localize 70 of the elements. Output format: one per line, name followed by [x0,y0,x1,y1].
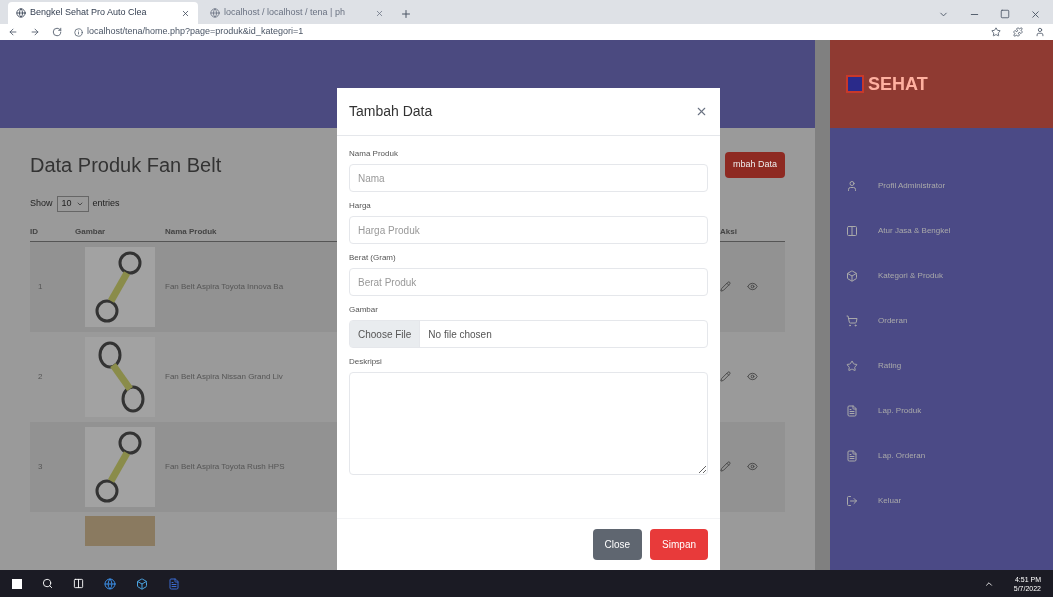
column-header[interactable]: Gambar [75,226,165,238]
start-icon[interactable] [12,578,22,589]
file-status: No file chosen [427,327,492,342]
save-button[interactable]: Simpan [650,529,708,560]
field-label: Deskripsi [349,356,383,368]
logo-icon [846,75,864,93]
sidebar-item[interactable]: Keluar [846,490,1053,512]
reload-icon[interactable] [52,27,62,37]
back-icon[interactable] [8,27,18,37]
menu-icon [846,270,858,282]
close-icon[interactable] [695,105,708,118]
menu-icon [846,225,858,237]
field-label: Berat (Gram) [349,252,397,264]
site-icon [210,8,220,18]
sidebar-item[interactable]: Kategori & Produk [846,265,1053,287]
entries-select[interactable]: 10 [56,196,89,212]
input-field[interactable]: Nama [349,164,708,192]
menu-icon [846,360,858,372]
sidebar-item[interactable]: Profil Administrator [846,175,1053,197]
menu-icon [846,450,858,462]
logo-text: SEHAT [868,72,928,96]
modal-title: Tambah Data [349,102,433,121]
view-icon[interactable] [747,281,758,292]
table-cell-text: Fan Belt Aspira Nissan Grand Liv [165,370,284,383]
page-title: Data Produk Fan Belt [30,153,222,178]
new-tab-icon[interactable] [400,8,412,20]
choose-file-button[interactable]: Choose File [350,321,421,347]
edit-icon[interactable] [720,371,731,382]
site-icon [16,8,26,18]
sidebar-item[interactable]: Lap. Orderan [846,445,1053,467]
maximize-icon[interactable] [1000,9,1010,19]
close-icon[interactable] [375,8,384,18]
column-header[interactable]: Aksi [720,226,800,238]
close-icon[interactable] [181,8,190,18]
browser-icon[interactable] [104,577,116,590]
field-label: Harga [349,200,372,212]
close-button[interactable]: Close [592,529,643,560]
menu-icon [846,405,858,417]
view-icon[interactable] [747,371,758,382]
sidebar-item[interactable]: Lap. Produk [846,400,1053,422]
close-window-icon[interactable] [1030,9,1041,20]
bookmark-icon[interactable] [991,27,1001,37]
column-header[interactable]: Nama Produk [165,226,337,238]
input-field[interactable]: Harga Produk [349,216,708,244]
view-icon[interactable] [747,461,758,472]
menu-icon [846,315,858,327]
menu-icon [846,180,858,192]
photo-placeholder [85,515,155,546]
sidebar-item[interactable]: Atur Jasa & Bengkel [846,220,1053,242]
sidebar-item[interactable]: Rating [846,355,1053,377]
field-label: Nama Produk [349,148,399,160]
task-view-icon[interactable] [73,578,84,589]
browser-tab[interactable]: Bengkel Sehat Pro Auto Clea [8,2,198,24]
app-icon[interactable] [168,577,180,590]
forward-icon[interactable] [30,27,40,37]
description-field[interactable] [349,372,708,475]
entries-label: entries [92,197,120,210]
extensions-icon[interactable] [1013,27,1023,37]
add-data-button[interactable]: mbah Data [724,152,785,178]
show-label: Show [30,197,53,210]
menu-icon [846,495,858,507]
profile-icon[interactable] [1035,27,1045,37]
field-label: Gambar [349,304,379,316]
column-header[interactable]: ID [30,226,75,238]
search-icon[interactable] [42,578,53,589]
edit-icon[interactable] [720,461,731,472]
file-input[interactable]: Choose File No file chosen [349,320,708,348]
edit-icon[interactable] [720,281,731,292]
input-field[interactable]: Berat Produk [349,268,708,296]
sidebar-item[interactable]: Orderan [846,310,1053,332]
